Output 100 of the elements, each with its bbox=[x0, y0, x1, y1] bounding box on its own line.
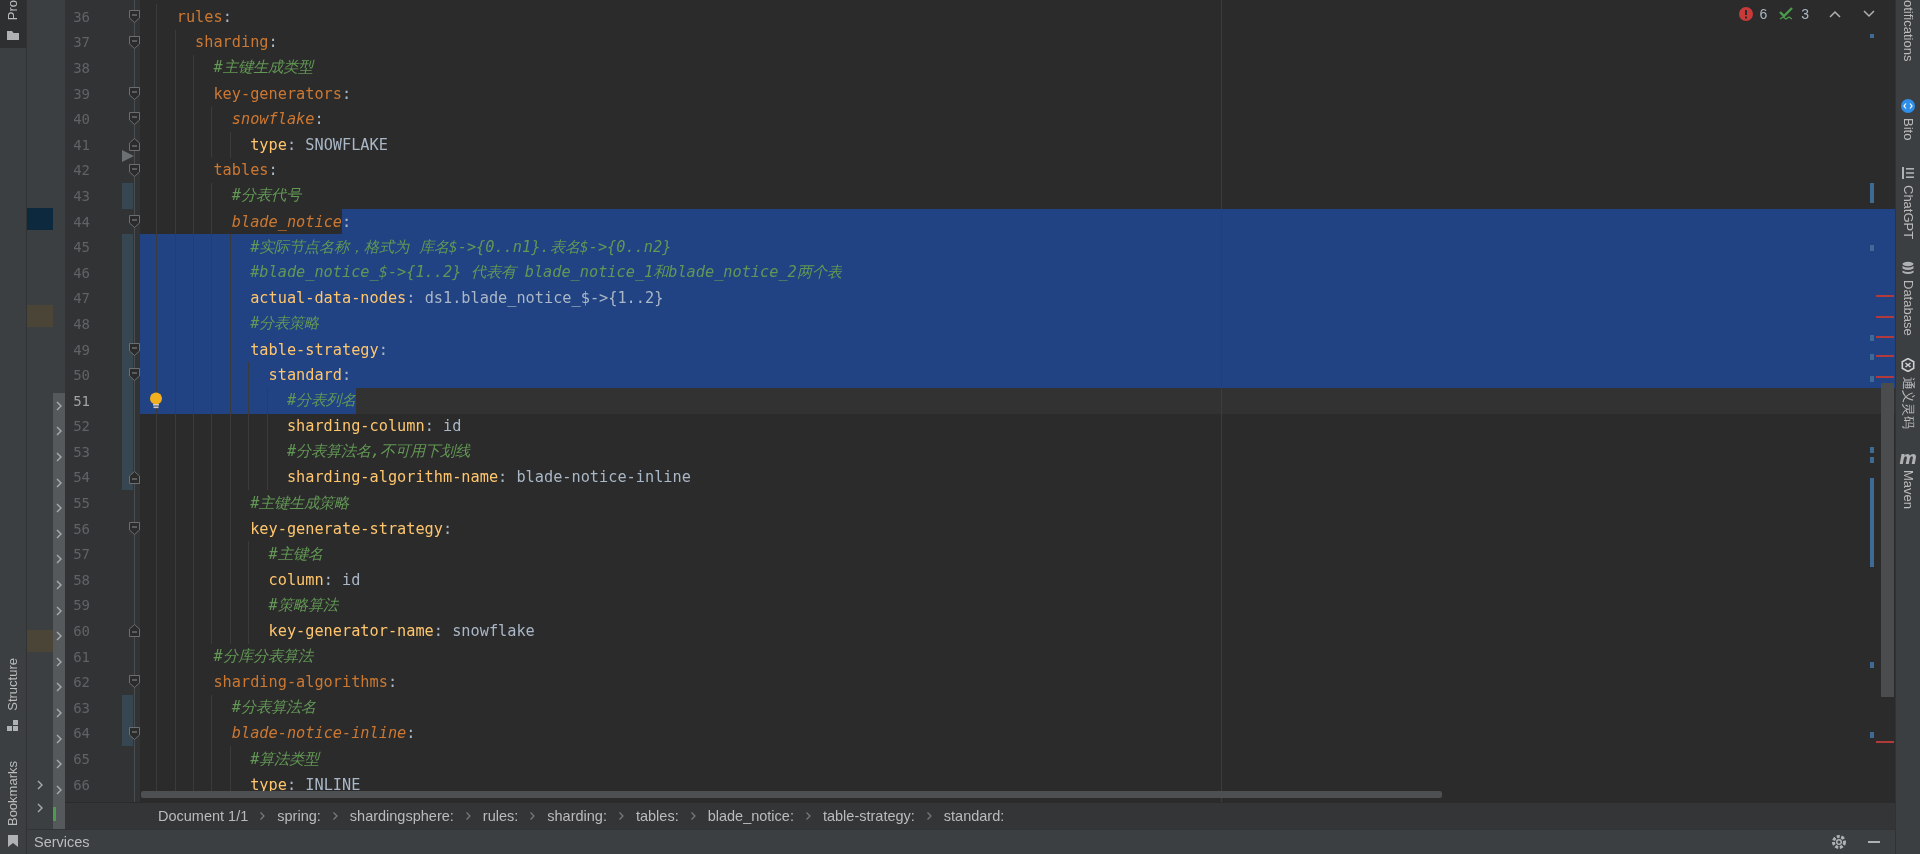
lightbulb-icon[interactable] bbox=[149, 391, 163, 410]
fold-end-icon[interactable] bbox=[129, 624, 140, 638]
chevron-icon[interactable] bbox=[55, 477, 63, 488]
tool-window-tab[interactable]: Structure bbox=[0, 654, 26, 739]
colon: : bbox=[342, 83, 352, 105]
error-count[interactable]: 6 bbox=[1759, 6, 1768, 22]
chevron-icon[interactable] bbox=[55, 631, 63, 642]
chevron-icon[interactable] bbox=[55, 682, 63, 693]
change-marker[interactable] bbox=[1870, 335, 1874, 341]
change-marker[interactable] bbox=[1870, 245, 1874, 251]
breadcrumb[interactable]: sharding: bbox=[547, 808, 607, 824]
fold-end-icon[interactable] bbox=[129, 470, 140, 484]
caret-up-icon[interactable] bbox=[1829, 10, 1841, 18]
deleted-lines-marker[interactable] bbox=[122, 149, 134, 162]
tool-window-tab[interactable]: otifications bbox=[1900, 0, 1916, 61]
yaml-comment: #分表算法名,不可用下划线 bbox=[286, 441, 471, 463]
breadcrumb[interactable]: shardingsphere: bbox=[349, 808, 454, 824]
warning-count[interactable]: 3 bbox=[1801, 6, 1809, 22]
tool-window-tab[interactable]: Pro bbox=[0, 0, 26, 49]
change-marker[interactable] bbox=[1870, 457, 1874, 463]
error-marker[interactable] bbox=[1876, 355, 1894, 357]
breadcrumb[interactable]: tables: bbox=[635, 808, 679, 824]
chevron-icon[interactable] bbox=[36, 803, 44, 813]
yaml-key: sharding-algorithm-name bbox=[286, 464, 499, 491]
breadcrumb[interactable]: rules: bbox=[482, 808, 519, 824]
colon: : bbox=[268, 32, 278, 54]
caret-down-icon[interactable] bbox=[1863, 10, 1875, 18]
tool-window-tab[interactable]: Services bbox=[34, 834, 90, 850]
scrollbar-thumb[interactable] bbox=[141, 791, 1442, 798]
tool-window-tab[interactable]: ChatGPT bbox=[1900, 166, 1916, 239]
maven-icon: m bbox=[1899, 451, 1917, 465]
colon: : bbox=[342, 208, 352, 235]
chevron-icon[interactable] bbox=[55, 656, 63, 667]
change-marker[interactable] bbox=[122, 183, 133, 209]
chevron-icon[interactable] bbox=[55, 707, 63, 718]
error-marker[interactable] bbox=[1876, 316, 1894, 318]
error-marker[interactable] bbox=[1876, 295, 1894, 297]
chevron-icon[interactable] bbox=[55, 400, 63, 411]
change-marker[interactable] bbox=[122, 234, 133, 260]
fold-icon[interactable] bbox=[129, 342, 140, 356]
scrollbar-thumb[interactable] bbox=[1881, 383, 1894, 697]
chevron-icon[interactable] bbox=[55, 426, 63, 437]
chevron-icon[interactable] bbox=[55, 528, 63, 539]
colon: : bbox=[314, 109, 324, 131]
fold-icon[interactable] bbox=[129, 10, 140, 23]
fold-icon[interactable] bbox=[129, 726, 140, 740]
yaml-key: rules bbox=[176, 4, 223, 30]
yaml-value: INLINE bbox=[304, 774, 361, 796]
chevron-icon[interactable] bbox=[55, 605, 63, 616]
fold-icon[interactable] bbox=[129, 214, 140, 228]
breadcrumb[interactable]: table-strategy: bbox=[822, 808, 915, 824]
error-marker[interactable] bbox=[1876, 741, 1894, 743]
fold-icon[interactable] bbox=[129, 35, 140, 49]
chevron-icon[interactable] bbox=[55, 784, 63, 795]
colon: : bbox=[498, 467, 508, 489]
tool-window-tab[interactable]: Database bbox=[1900, 261, 1916, 336]
check-icon[interactable] bbox=[1779, 7, 1796, 21]
breadcrumb[interactable]: blade_notice: bbox=[707, 808, 794, 824]
yaml-key: type bbox=[250, 131, 287, 158]
error-icon[interactable] bbox=[1739, 7, 1754, 21]
change-marker[interactable] bbox=[1870, 478, 1874, 567]
chevron-icon[interactable] bbox=[55, 759, 63, 770]
chevron-icon bbox=[804, 811, 812, 821]
change-marker[interactable] bbox=[1870, 376, 1874, 382]
breadcrumb[interactable]: standard: bbox=[943, 808, 1005, 824]
tool-window-tab[interactable]: Bookmarks bbox=[0, 756, 26, 854]
change-marker[interactable] bbox=[1870, 183, 1874, 203]
change-marker[interactable] bbox=[1870, 447, 1874, 453]
colon: : bbox=[406, 285, 416, 312]
colon: : bbox=[342, 362, 352, 388]
chevron-icon bbox=[529, 811, 537, 821]
chevron-icon[interactable] bbox=[55, 554, 63, 565]
breadcrumb[interactable]: spring: bbox=[277, 808, 321, 824]
fold-end-icon[interactable] bbox=[129, 137, 140, 151]
tool-window-tab[interactable]: Bito bbox=[1900, 99, 1916, 140]
chevron-icon[interactable] bbox=[55, 579, 63, 590]
change-marker bbox=[53, 806, 56, 821]
change-marker[interactable] bbox=[1870, 662, 1874, 668]
fold-icon[interactable] bbox=[129, 675, 140, 689]
fold-icon[interactable] bbox=[129, 163, 140, 177]
change-marker[interactable] bbox=[122, 695, 133, 721]
fold-icon[interactable] bbox=[129, 368, 140, 382]
change-marker[interactable] bbox=[1870, 354, 1874, 360]
error-marker[interactable] bbox=[1876, 376, 1894, 378]
fold-icon[interactable] bbox=[129, 112, 140, 126]
chevron-icon[interactable] bbox=[55, 452, 63, 462]
error-marker[interactable] bbox=[1876, 336, 1894, 338]
change-marker[interactable] bbox=[1870, 732, 1874, 738]
tool-window-tab[interactable]: 通义灵码 bbox=[1900, 358, 1916, 429]
tool-window-tab[interactable]: m Maven bbox=[1899, 451, 1917, 509]
fold-icon[interactable] bbox=[129, 521, 140, 535]
yaml-comment: #主键生成策略 bbox=[250, 492, 350, 514]
change-marker[interactable] bbox=[1870, 34, 1874, 38]
chevron-icon[interactable] bbox=[55, 733, 63, 744]
chevron-icon[interactable] bbox=[36, 780, 44, 790]
settings-icon[interactable] bbox=[1831, 834, 1847, 850]
chevron-icon[interactable] bbox=[55, 503, 63, 514]
fold-icon[interactable] bbox=[129, 86, 140, 100]
yaml-value: id bbox=[341, 569, 361, 591]
yaml-value: blade-notice-inline bbox=[515, 467, 691, 489]
